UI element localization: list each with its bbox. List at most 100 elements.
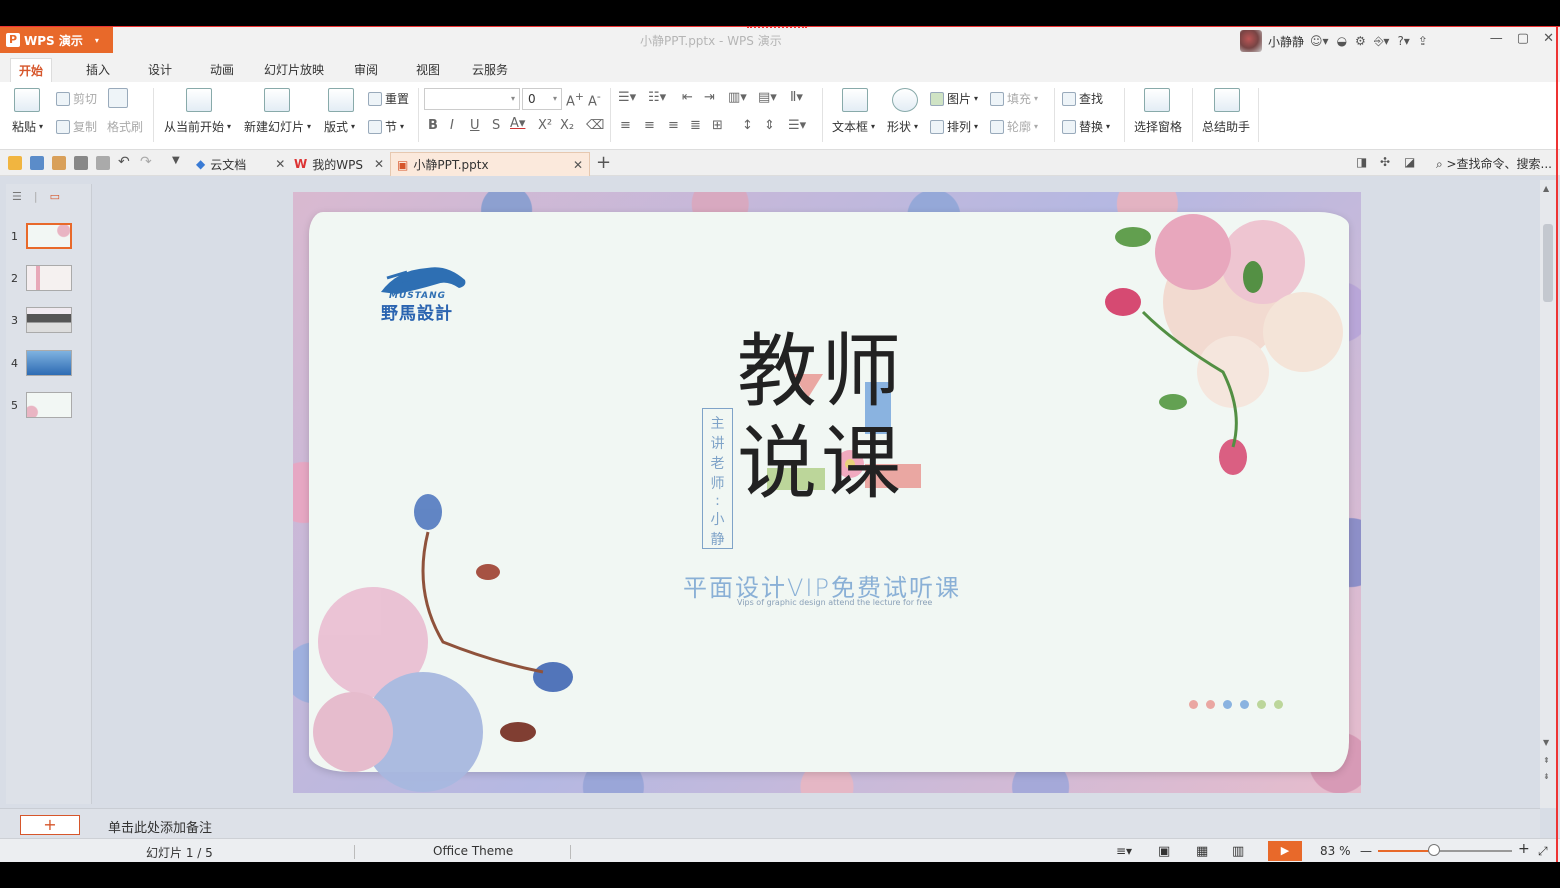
line-spacing-icon[interactable]: ↕ (742, 118, 753, 133)
undo-icon[interactable]: ↶ (118, 154, 130, 170)
bold-icon[interactable]: B (428, 118, 438, 133)
tab-slideshow[interactable]: 幻灯片放映 (256, 58, 332, 82)
tab-design[interactable]: 设计 (140, 58, 180, 82)
italic-icon[interactable]: I (450, 118, 454, 133)
prev-slide-icon[interactable]: ⇞ (1543, 756, 1550, 765)
maximize-icon[interactable]: ▢ (1517, 31, 1529, 46)
close-icon[interactable]: ✕ (1543, 31, 1554, 46)
slide-canvas[interactable]: MUSTANG 野馬設計 教师 说课 主 讲 老 师 : 小 静 平面设计VIP… (293, 192, 1361, 793)
format-painter-button[interactable] (108, 88, 128, 108)
font-color-icon[interactable]: A▾ (510, 116, 525, 131)
selection-pane-icon[interactable] (1144, 88, 1170, 112)
customize-toolbar-icon[interactable]: ▼ (172, 155, 180, 166)
collapse-ribbon-icon[interactable]: ⇪ (1418, 34, 1428, 49)
numbering-icon[interactable]: ☷▾ (648, 90, 666, 105)
title-line-1[interactable]: 教师 (737, 332, 905, 412)
slide-sorter-icon[interactable]: ▦ (1196, 844, 1208, 859)
columns-icon[interactable]: ▥▾ (728, 90, 747, 105)
paragraph-icon[interactable]: ☰▾ (788, 118, 806, 133)
summary-assistant-icon[interactable] (1214, 88, 1240, 112)
user-area[interactable]: 小静静 ☺▾ ◒ ⚙ ⎆▾ ?▾ ⇪ (1240, 29, 1428, 53)
slides-view-icon[interactable]: ▭ (50, 190, 60, 203)
grow-font-icon[interactable]: A+ (566, 90, 584, 109)
fill-button[interactable]: 填充 ▾ (990, 90, 1038, 107)
slide-thumb-3[interactable]: 3 (6, 305, 72, 335)
help-icon[interactable]: ?▾ (1397, 34, 1409, 49)
panel-icon[interactable]: ◨ (1356, 155, 1367, 169)
paste-label[interactable]: 粘贴 ▾ (12, 118, 43, 135)
layout-button[interactable]: 版式 ▾ (324, 118, 355, 135)
layout-icon[interactable] (328, 88, 354, 112)
bullets-icon[interactable]: ☰▾ (618, 90, 636, 105)
distribute-icon[interactable]: ⊞ (712, 118, 723, 133)
reset-button[interactable]: 重置 (368, 90, 409, 107)
zoom-level[interactable]: 83 % (1320, 844, 1351, 858)
doc-tab-mywps[interactable]: W 我的WPS ✕ (288, 152, 390, 176)
redo-icon[interactable]: ↷ (140, 154, 152, 170)
picture-button[interactable]: 图片 ▾ (930, 90, 978, 107)
underline-icon[interactable]: U (470, 118, 480, 133)
command-search[interactable]: ⌕ >查找命令、搜索... (1436, 155, 1552, 172)
tab-cloud[interactable]: 云服务 (464, 58, 516, 82)
settings-icon[interactable]: ⚙ (1355, 34, 1366, 49)
text-box-align-icon[interactable]: ▤▾ (758, 90, 777, 105)
align-center-icon[interactable]: ≡ (644, 118, 655, 133)
shape-icon[interactable] (892, 88, 918, 112)
scroll-up-icon[interactable]: ▲ (1543, 184, 1549, 193)
view-icon[interactable]: ◪ (1404, 155, 1415, 169)
scroll-down-icon[interactable]: ▼ (1543, 738, 1549, 747)
find-button[interactable]: 查找 (1062, 90, 1103, 107)
font-name-combo[interactable]: ▾ (424, 88, 520, 110)
open-folder-icon[interactable] (8, 156, 22, 170)
cut-button[interactable]: 剪切 (56, 90, 97, 107)
paragraph-spacing-icon[interactable]: ⇕ (764, 118, 775, 133)
doc-tab-cloud[interactable]: ◆ 云文档 ✕ (190, 152, 291, 176)
zoom-in-icon[interactable]: + (1518, 841, 1530, 857)
add-slide-button[interactable]: + (20, 815, 80, 835)
font-size-combo[interactable]: 0 ▾ (522, 88, 562, 110)
decrease-indent-icon[interactable]: ⇤ (682, 90, 693, 105)
skin-icon[interactable]: ☺▾ (1310, 34, 1329, 49)
align-right-icon[interactable]: ≡ (668, 118, 679, 133)
slideshow-icon[interactable] (186, 88, 212, 112)
replace-button[interactable]: 替换 ▾ (1062, 118, 1110, 135)
close-tab-icon[interactable]: ✕ (374, 157, 384, 171)
doc-tab-active[interactable]: ▣ 小静PPT.pptx ✕ (390, 152, 590, 176)
share-icon[interactable]: ⎆▾ (1374, 34, 1390, 49)
vertical-scrollbar[interactable]: ▲ ▼ ⇞ ⇟ (1540, 180, 1556, 808)
play-slideshow-button[interactable]: ▶ (1268, 841, 1302, 861)
shadow-icon[interactable]: S (492, 118, 500, 133)
play-from-current-button[interactable]: 从当前开始 ▾ (164, 118, 231, 135)
slide-thumb-5[interactable]: 5 (6, 390, 72, 420)
paste-button[interactable] (14, 88, 40, 112)
outline-button[interactable]: 轮廓 ▾ (990, 118, 1038, 135)
justify-icon[interactable]: ≣ (690, 118, 701, 133)
new-slide-button[interactable]: 新建幻灯片 ▾ (244, 118, 311, 135)
reading-view-icon[interactable]: ▥ (1232, 844, 1244, 859)
tab-home[interactable]: 开始 (10, 58, 53, 82)
wps-app-menu-button[interactable]: P WPS 演示 ▾ (0, 27, 113, 53)
outline-view-icon[interactable]: ☰ (12, 190, 22, 203)
tab-insert[interactable]: 插入 (78, 58, 118, 82)
summary-assistant-button[interactable]: 总结助手 (1202, 118, 1250, 135)
superscript-icon[interactable]: X² (538, 118, 552, 133)
zoom-out-icon[interactable]: — (1360, 844, 1372, 858)
tab-view[interactable]: 视图 (408, 58, 448, 82)
tab-review[interactable]: 审阅 (346, 58, 386, 82)
title-line-2[interactable]: 说课 (737, 424, 905, 504)
scrollbar-thumb[interactable] (1543, 224, 1553, 302)
subscript-icon[interactable]: X₂ (560, 118, 574, 133)
shrink-font-icon[interactable]: A- (588, 90, 601, 109)
minimize-icon[interactable]: — (1490, 31, 1503, 46)
section-button[interactable]: 节 ▾ (368, 118, 404, 135)
notes-toggle-icon[interactable]: ≡▾ (1116, 844, 1132, 858)
user-name[interactable]: 小静静 (1268, 33, 1304, 50)
avatar[interactable] (1240, 30, 1262, 52)
slide-thumb-2[interactable]: 2 (6, 263, 72, 293)
print-icon[interactable] (74, 156, 88, 170)
tools-icon[interactable]: ✣ (1380, 155, 1390, 169)
slide-thumb-4[interactable]: 4 (6, 348, 72, 378)
clear-format-icon[interactable]: ⌫ (586, 118, 604, 133)
arrange-button[interactable]: 排列 ▾ (930, 118, 978, 135)
new-tab-icon[interactable]: + (596, 152, 611, 173)
